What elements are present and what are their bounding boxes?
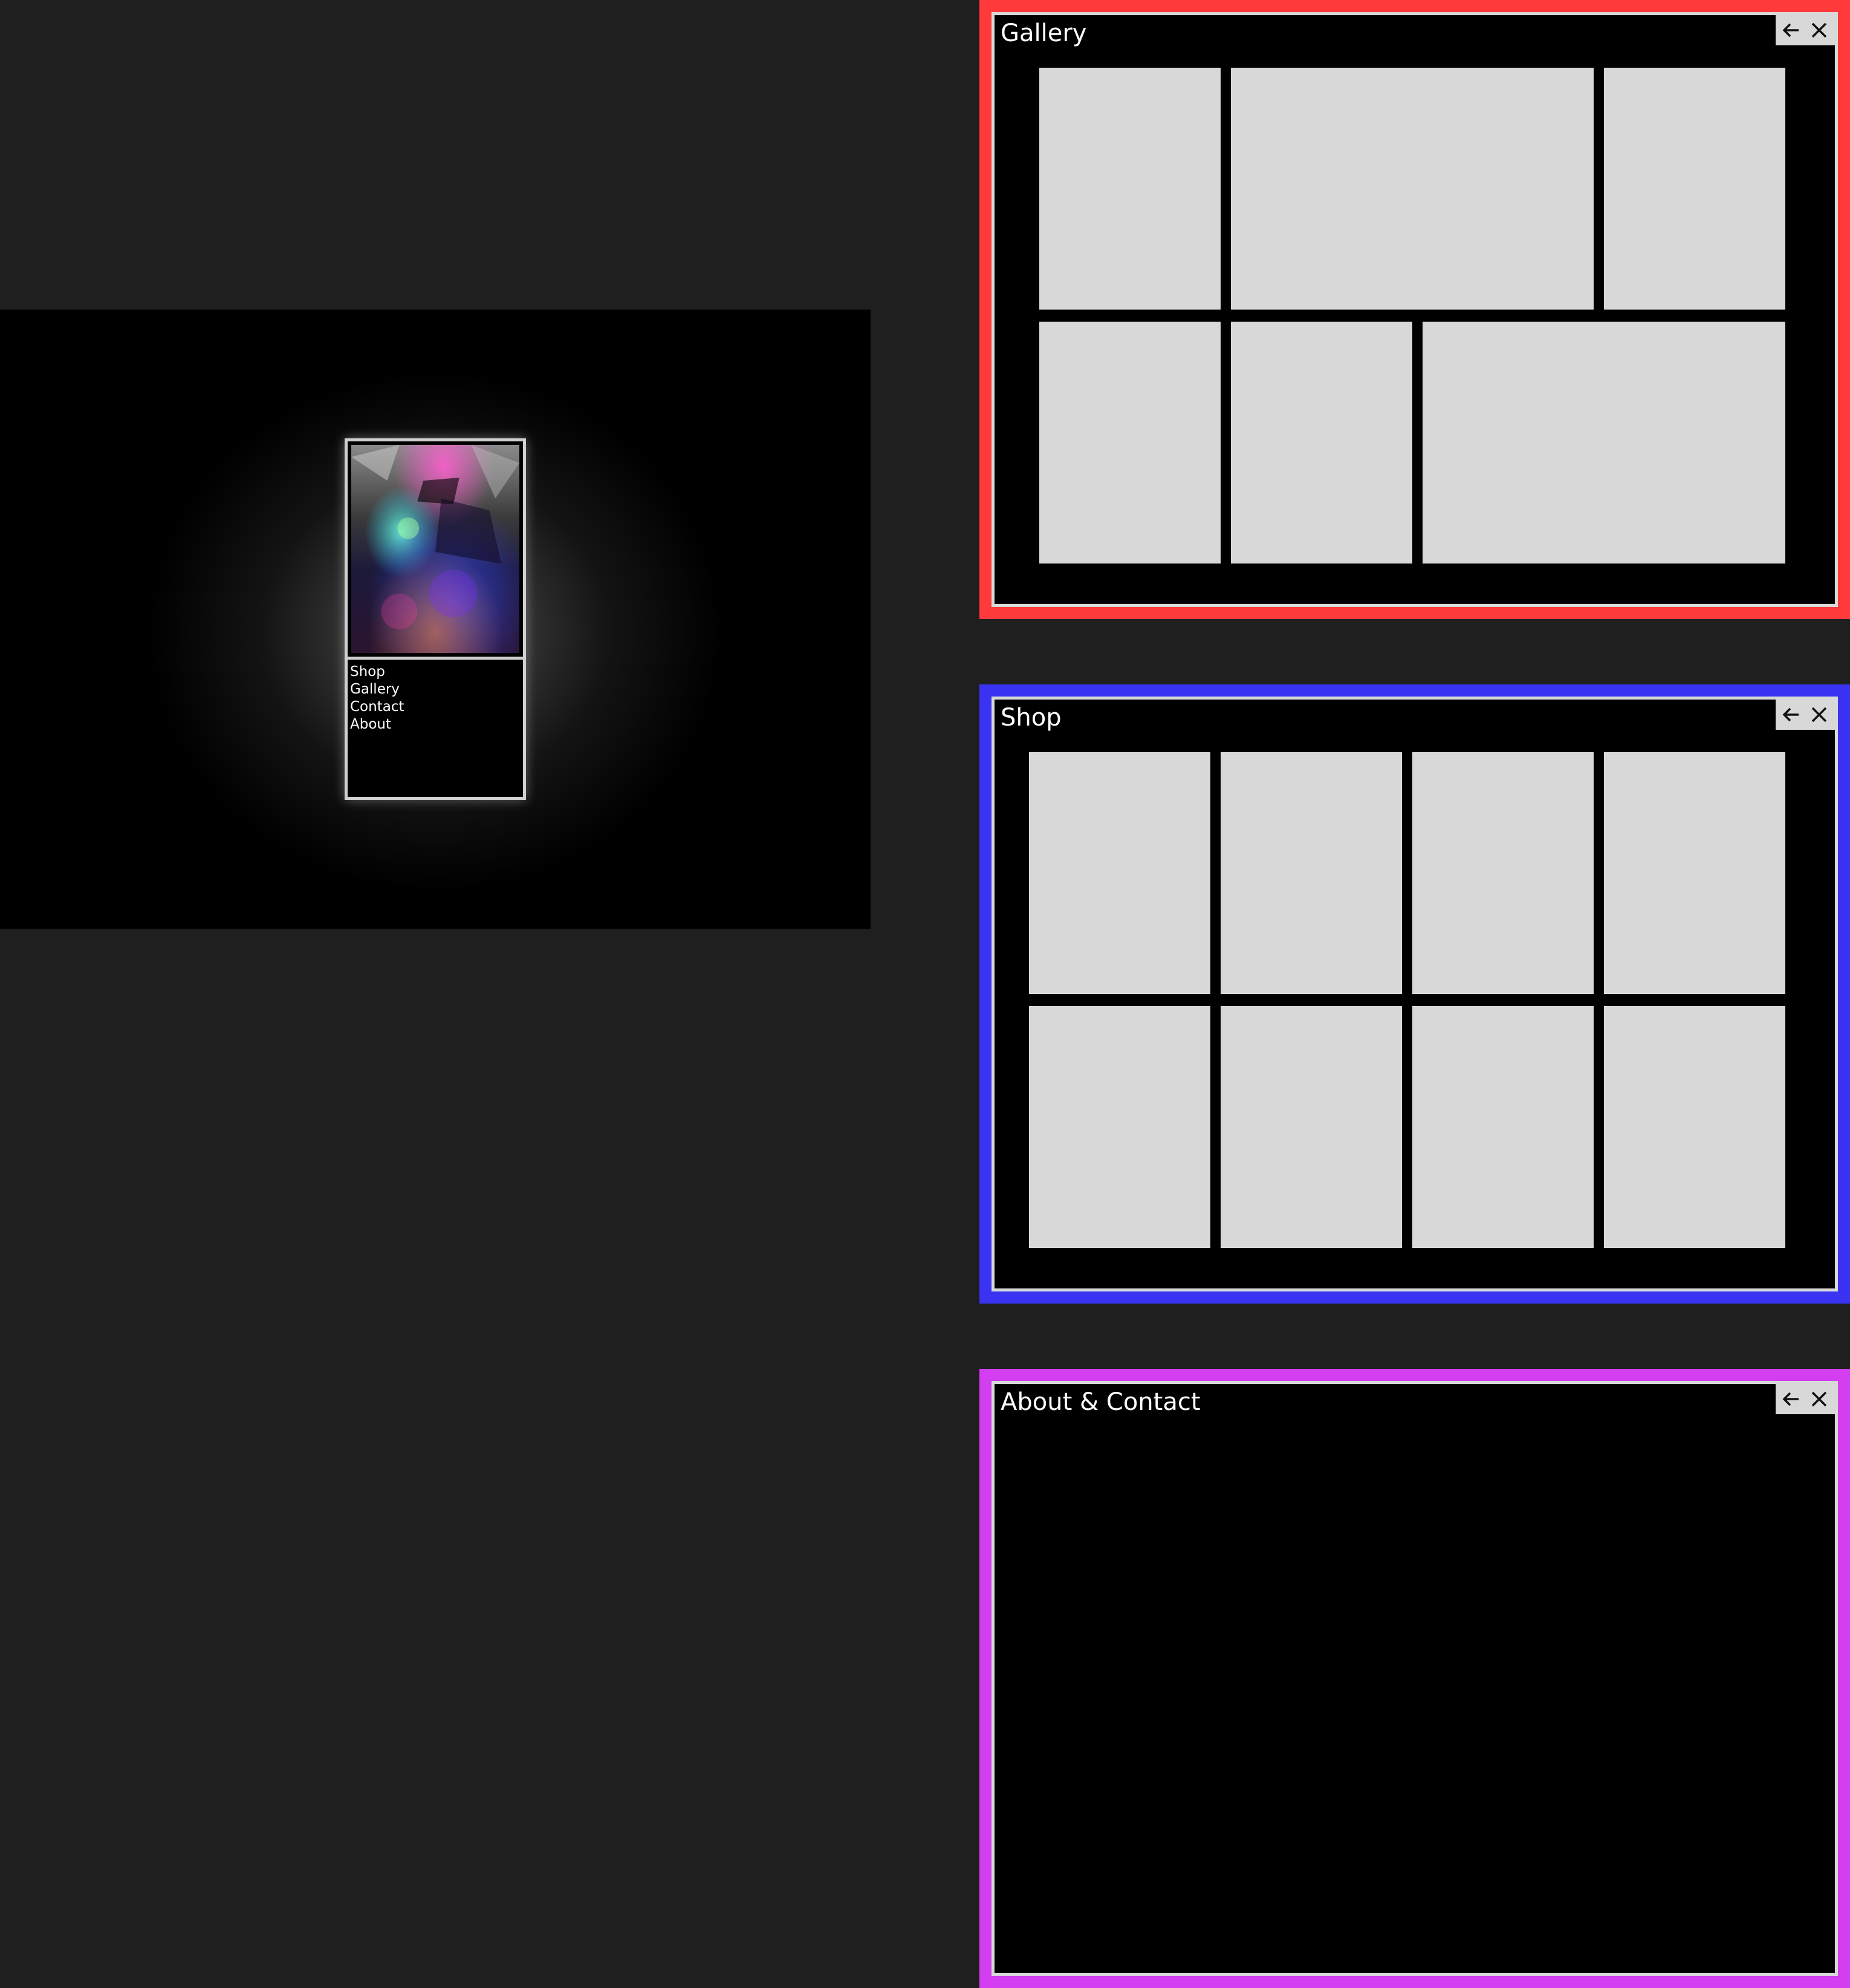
- about-contact-panel: About & Contact: [992, 1381, 1838, 1976]
- menu-link-shop[interactable]: Shop: [350, 663, 523, 681]
- close-icon[interactable]: [1807, 1387, 1831, 1411]
- gallery-thumbnail[interactable]: [1423, 322, 1785, 564]
- gallery-thumbnail[interactable]: [1231, 322, 1412, 564]
- shop-title: Shop: [1001, 704, 1062, 732]
- shop-panel: Shop: [992, 697, 1838, 1291]
- arrow-left-icon[interactable]: [1779, 1387, 1803, 1411]
- artwork-image: [348, 441, 523, 660]
- menu-link-contact[interactable]: Contact: [350, 698, 523, 716]
- shop-item-thumbnail[interactable]: [1221, 1006, 1402, 1248]
- gallery-thumbnail[interactable]: [1039, 322, 1221, 564]
- menu-link-about[interactable]: About: [350, 716, 523, 733]
- gallery-panel: Gallery: [992, 12, 1838, 607]
- gallery-title: Gallery: [1001, 19, 1087, 47]
- about-contact-window: About & Contact: [979, 1369, 1850, 1988]
- shop-window: Shop: [979, 684, 1850, 1304]
- shop-item-thumbnail[interactable]: [1221, 752, 1402, 994]
- arrow-left-icon[interactable]: [1779, 703, 1803, 727]
- shop-item-thumbnail[interactable]: [1412, 1006, 1594, 1248]
- main-menu: Shop Gallery Contact About: [348, 660, 523, 733]
- shop-window-controls: [1776, 700, 1835, 730]
- shop-item-thumbnail[interactable]: [1029, 752, 1210, 994]
- gallery-window-controls: [1776, 15, 1835, 45]
- menu-card: Shop Gallery Contact About: [345, 438, 526, 800]
- shop-item-thumbnail[interactable]: [1604, 1006, 1785, 1248]
- arrow-left-icon[interactable]: [1779, 18, 1803, 42]
- landing-frame: Shop Gallery Contact About: [0, 310, 871, 929]
- gallery-thumbnail[interactable]: [1231, 68, 1594, 310]
- shop-item-thumbnail[interactable]: [1029, 1006, 1210, 1248]
- shop-item-thumbnail[interactable]: [1412, 752, 1594, 994]
- about-contact-title: About & Contact: [1001, 1388, 1201, 1416]
- about-window-controls: [1776, 1384, 1835, 1414]
- gallery-thumbnail[interactable]: [1604, 68, 1785, 310]
- menu-link-gallery[interactable]: Gallery: [350, 681, 523, 698]
- close-icon[interactable]: [1807, 18, 1831, 42]
- close-icon[interactable]: [1807, 703, 1831, 727]
- gallery-thumbnail[interactable]: [1039, 68, 1221, 310]
- gallery-window: Gallery: [979, 0, 1850, 619]
- shop-item-thumbnail[interactable]: [1604, 752, 1785, 994]
